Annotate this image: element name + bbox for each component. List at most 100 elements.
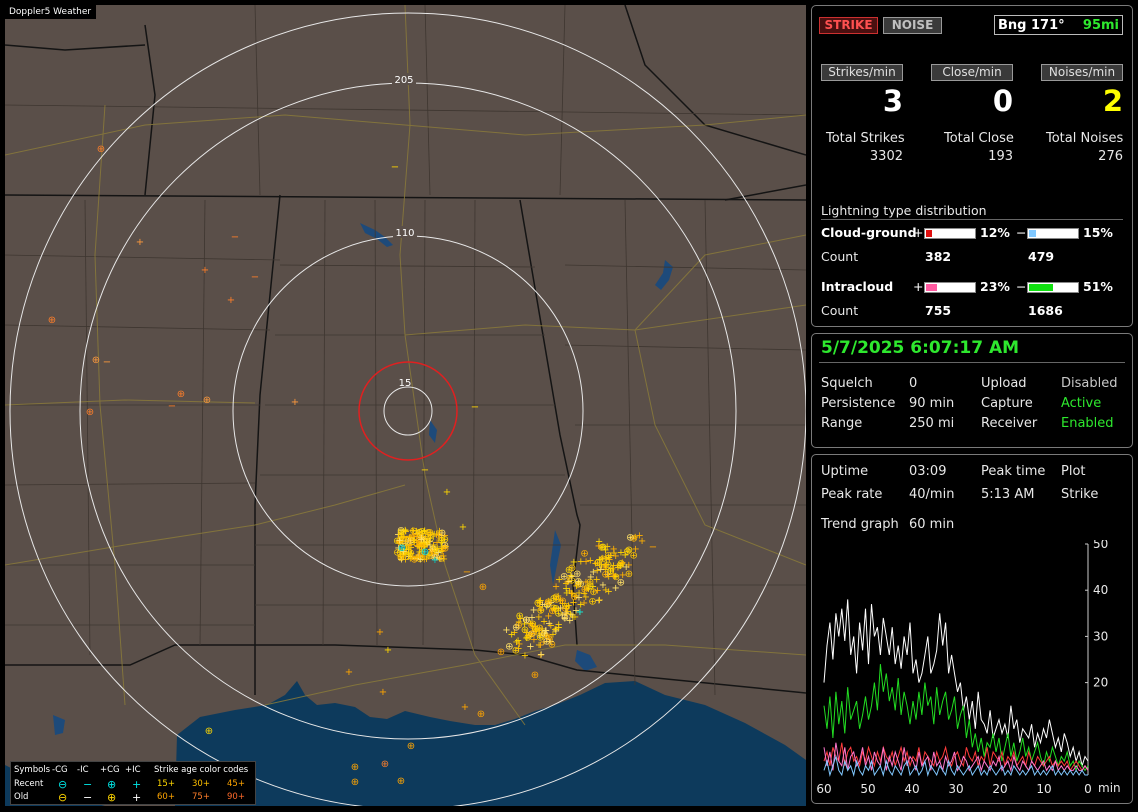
legend-recent-neg-ic: − <box>83 778 93 791</box>
gulf-of-mexico <box>175 681 806 806</box>
legend-old-pos-cg: ⊕ <box>107 791 117 804</box>
range-ring-205 <box>9 12 806 806</box>
strike-marker: + <box>520 619 528 630</box>
strike-button[interactable]: STRIKE <box>819 17 878 34</box>
cg-positive-count: 382 <box>925 249 952 264</box>
legend-age-30: 30+ <box>192 779 210 789</box>
strike-marker: ⊕ <box>48 315 56 326</box>
legend-symbols-label: Symbols <box>14 765 51 775</box>
strike-marker: + <box>136 237 144 248</box>
strike-marker: + <box>562 608 570 619</box>
close-per-min-value: 0 <box>992 84 1013 118</box>
strike-marker: + <box>595 555 603 566</box>
cg-negative-bar <box>1027 228 1079 239</box>
ic-positive-percent: 23% <box>980 279 1010 294</box>
legend-age-90: 90+ <box>227 792 245 802</box>
legend-age-60: 60+ <box>157 792 175 802</box>
strike-marker: ⊕ <box>351 762 359 773</box>
close-range-ring <box>358 361 458 461</box>
strike-marker: ⊕ <box>203 395 211 406</box>
strike-marker: ⊕ <box>86 407 94 418</box>
strike-marker: ⊕ <box>601 570 609 581</box>
ic-count-label: Count <box>821 303 859 318</box>
strike-marker: + <box>384 645 392 656</box>
cg-count-label: Count <box>821 249 859 264</box>
strikes-per-min-header[interactable]: Strikes/min <box>821 64 903 81</box>
strike-markers: ⊕++⊕++⊕+ +⊕++⊕++⊕++⊕++⊕ ++⊕++ ⊕++⊕++⊕+ +⊕++⊕… <box>48 144 657 788</box>
ic-positive-bar <box>924 282 976 293</box>
uptime-value: 03:09 <box>909 464 947 479</box>
legend-header-pos-cg: +CG <box>100 765 120 775</box>
strike-marker: ⊕ <box>531 670 539 681</box>
strike-marker: − <box>391 162 399 173</box>
strike-marker: ⊕ <box>535 623 543 634</box>
peak-time-label: Peak time <box>981 464 1046 479</box>
x-axis-unit: min <box>1098 781 1121 795</box>
range-label: Range <box>821 416 863 431</box>
trend-chart: 50 40 30 20 60 50 40 30 20 10 0 <box>816 540 1108 796</box>
ic-negative-bar <box>1027 282 1079 293</box>
noises-per-min-header[interactable]: Noises/min <box>1041 64 1123 81</box>
strike-marker: + <box>201 265 209 276</box>
strike-marker: ⊕ <box>574 576 582 587</box>
strike-marker: ⊕ <box>397 776 405 787</box>
strike-marker: ⊕ <box>92 355 100 366</box>
intracloud-label: Intracloud <box>821 279 894 294</box>
status-panel: 5/7/2025 6:07:17 AM Squelch 0 Upload Dis… <box>811 333 1133 448</box>
strike-marker: + <box>459 522 467 533</box>
status-divider <box>819 362 1125 363</box>
strike-marker: + <box>576 607 584 618</box>
bearing-label: Bng 171° <box>998 18 1065 33</box>
x-tick-label: 30 <box>948 782 963 796</box>
strike-marker: + <box>345 667 353 678</box>
y-tick-label: 40 <box>1093 583 1108 597</box>
squelch-label: Squelch <box>821 376 873 391</box>
uptime-label: Uptime <box>821 464 869 479</box>
range-ring-110 <box>79 82 737 740</box>
cg-negative-count: 479 <box>1028 249 1055 264</box>
y-tick-label: 50 <box>1093 540 1108 551</box>
ic-negative-count: 1686 <box>1028 303 1063 318</box>
strike-marker: ⊕ <box>497 647 505 658</box>
total-noises-value: 276 <box>1098 149 1123 164</box>
total-close-value: 193 <box>988 149 1013 164</box>
legend-age-75: 75+ <box>192 792 210 802</box>
strike-marker: ⊕ <box>565 565 573 576</box>
peak-rate-label: Peak rate <box>821 487 883 502</box>
total-strikes-value: 3302 <box>869 149 903 164</box>
x-tick-label: 60 <box>816 782 831 796</box>
strike-marker: + <box>618 559 626 570</box>
cg-plus-sign: + <box>913 225 924 240</box>
trend-graph-value[interactable]: 60 min <box>909 517 954 532</box>
window-title: Doppler5 Weather <box>5 5 97 19</box>
strike-marker: − <box>231 232 239 243</box>
cg-positive-bar <box>924 228 976 239</box>
legend-recent-neg-cg: ⊖ <box>58 778 68 791</box>
x-tick-label: 40 <box>904 782 919 796</box>
squelch-value: 0 <box>909 376 918 391</box>
noise-button[interactable]: NOISE <box>883 17 942 34</box>
noises-per-min-value: 2 <box>1102 84 1123 118</box>
legend-old-neg-cg: ⊖ <box>58 791 68 804</box>
strike-marker: − <box>649 542 657 553</box>
upload-value: Disabled <box>1061 376 1118 391</box>
strike-marker: + <box>593 575 601 586</box>
strike-marker: ⊕ <box>381 759 389 770</box>
plot-value[interactable]: Strike <box>1061 487 1098 502</box>
cg-positive-fill <box>926 230 932 237</box>
upload-label: Upload <box>981 376 1027 391</box>
strike-marker: ⊕ <box>477 709 485 720</box>
receiver-label: Receiver <box>981 416 1038 431</box>
stats-panel: STRIKE NOISE Bng 171° 95mi Strikes/min C… <box>811 5 1133 327</box>
y-tick-label: 30 <box>1093 629 1108 643</box>
legend-recent-pos-cg: ⊕ <box>107 778 117 791</box>
radar-map[interactable]: 205 110 15 ⊕ + + ⊕ + + ⊕ + + ⊕ + + ⊕ + + ⊕ + + ⊕ + + ⊕ + + ⊕ + + ⊕ +… <box>5 5 806 806</box>
range-ring-inner <box>383 386 433 436</box>
legend-old-pos-ic: + <box>132 791 142 804</box>
close-per-min-header[interactable]: Close/min <box>931 64 1013 81</box>
legend-header-neg-cg: -CG <box>52 765 68 775</box>
current-datetime: 5/7/2025 6:07:17 AM <box>821 338 1020 358</box>
legend-header-neg-ic: -IC <box>77 765 89 775</box>
strike-marker: − <box>251 272 259 283</box>
cg-negative-fill <box>1029 230 1036 237</box>
